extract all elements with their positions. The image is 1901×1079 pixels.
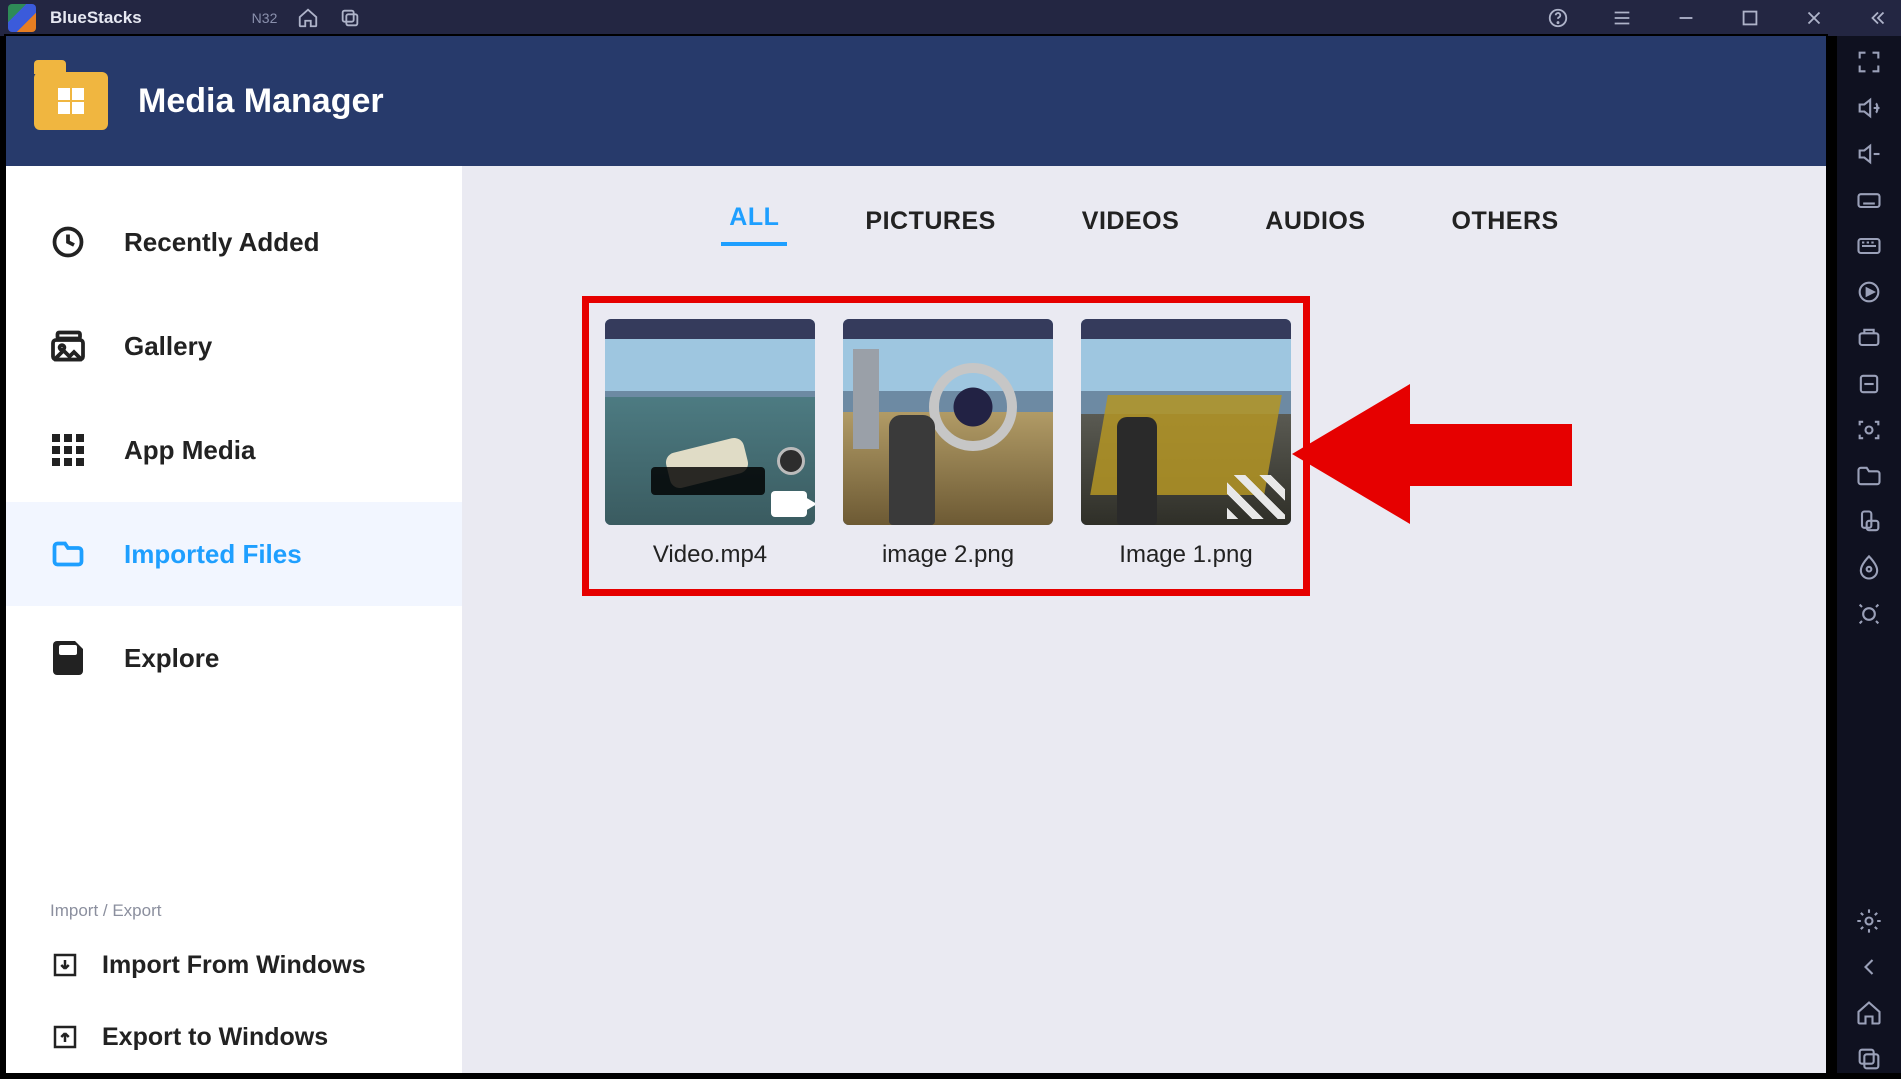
- sidebar-item-label: Recently Added: [124, 227, 320, 258]
- android-recents-icon[interactable]: [1855, 1045, 1883, 1073]
- file-thumbnail: [843, 319, 1053, 525]
- sidebar-item-recently-added[interactable]: Recently Added: [6, 190, 462, 294]
- upload-circle-icon: [50, 1022, 80, 1052]
- screenshot-icon[interactable]: [1855, 416, 1883, 444]
- tab-others[interactable]: OTHERS: [1444, 207, 1567, 246]
- file-name: image 2.png: [882, 541, 1014, 569]
- titlebar: BlueStacks N32: [0, 0, 1901, 36]
- page-title: Media Manager: [138, 82, 384, 121]
- sidebar-item-gallery[interactable]: Gallery: [6, 294, 462, 398]
- filter-tabs: ALL PICTURES VIDEOS AUDIOS OTHERS: [502, 166, 1786, 246]
- minimize-icon[interactable]: [1675, 7, 1697, 29]
- keyboard-controls-icon[interactable]: [1855, 186, 1883, 214]
- folder-outline-icon: [50, 536, 86, 572]
- sidebar: Recently Added Gallery App Media Importe…: [6, 166, 462, 1073]
- android-home-icon[interactable]: [1855, 999, 1883, 1027]
- tab-videos[interactable]: VIDEOS: [1074, 207, 1187, 246]
- sidebar-item-label: Explore: [124, 643, 219, 674]
- image-icon: [50, 328, 86, 364]
- recent-apps-icon[interactable]: [339, 7, 361, 29]
- tab-pictures[interactable]: PICTURES: [857, 207, 1003, 246]
- help-icon[interactable]: [1547, 7, 1569, 29]
- collapse-sidebar-icon[interactable]: [1867, 7, 1889, 29]
- fullscreen-icon[interactable]: [1855, 48, 1883, 76]
- volume-up-icon[interactable]: [1855, 94, 1883, 122]
- panel-header: Media Manager: [6, 36, 1826, 166]
- maximize-icon[interactable]: [1739, 7, 1761, 29]
- media-manager-panel: Media Manager Recently Added Gallery Ap: [6, 36, 1826, 1073]
- android-back-icon[interactable]: [1855, 953, 1883, 981]
- rotate-icon[interactable]: [1855, 508, 1883, 536]
- export-label: Export to Windows: [102, 1023, 328, 1052]
- file-item[interactable]: Video.mp4: [605, 319, 815, 569]
- import-from-windows[interactable]: Import From Windows: [6, 929, 462, 1001]
- content-area: ALL PICTURES VIDEOS AUDIOS OTHERS Video.…: [462, 166, 1826, 1073]
- sidebar-item-label: Gallery: [124, 331, 212, 362]
- right-toolbar: [1837, 36, 1901, 1073]
- file-thumbnail: [605, 319, 815, 525]
- sidebar-item-explore[interactable]: Explore: [6, 606, 462, 710]
- sidebar-item-app-media[interactable]: App Media: [6, 398, 462, 502]
- macro-icon[interactable]: [1855, 324, 1883, 352]
- sidebar-item-label: App Media: [124, 435, 255, 466]
- location-icon[interactable]: [1855, 554, 1883, 582]
- brand-label: BlueStacks: [50, 8, 142, 28]
- clock-icon: [50, 224, 86, 260]
- import-export-header: Import / Export: [6, 901, 462, 929]
- file-name: Video.mp4: [653, 541, 767, 569]
- tab-audios[interactable]: AUDIOS: [1257, 207, 1373, 246]
- export-to-windows[interactable]: Export to Windows: [6, 1001, 462, 1073]
- folder-icon: [34, 72, 108, 130]
- media-folder-icon[interactable]: [1855, 462, 1883, 490]
- sd-card-icon: [50, 640, 86, 676]
- settings-gear-icon[interactable]: [1855, 907, 1883, 935]
- hamburger-menu-icon[interactable]: [1611, 7, 1633, 29]
- file-thumbnail: [1081, 319, 1291, 525]
- sidebar-item-imported-files[interactable]: Imported Files: [6, 502, 462, 606]
- close-icon[interactable]: [1803, 7, 1825, 29]
- record-icon[interactable]: [1855, 278, 1883, 306]
- video-badge-icon: [771, 491, 807, 517]
- file-item[interactable]: image 2.png: [843, 319, 1053, 569]
- highlighted-files-box: Video.mp4 image 2.png Image 1.png: [582, 296, 1310, 596]
- file-item[interactable]: Image 1.png: [1081, 319, 1291, 569]
- home-icon[interactable]: [297, 7, 319, 29]
- volume-down-icon[interactable]: [1855, 140, 1883, 168]
- install-apk-icon[interactable]: [1855, 370, 1883, 398]
- import-label: Import From Windows: [102, 951, 366, 980]
- tab-all[interactable]: ALL: [721, 203, 787, 246]
- file-name: Image 1.png: [1119, 541, 1252, 569]
- bluestacks-logo-icon: [8, 4, 36, 32]
- sidebar-item-label: Imported Files: [124, 539, 302, 570]
- shake-icon[interactable]: [1855, 600, 1883, 628]
- instance-badge: N32: [252, 10, 278, 26]
- apps-grid-icon: [50, 432, 86, 468]
- keymap-icon[interactable]: [1855, 232, 1883, 260]
- download-circle-icon: [50, 950, 80, 980]
